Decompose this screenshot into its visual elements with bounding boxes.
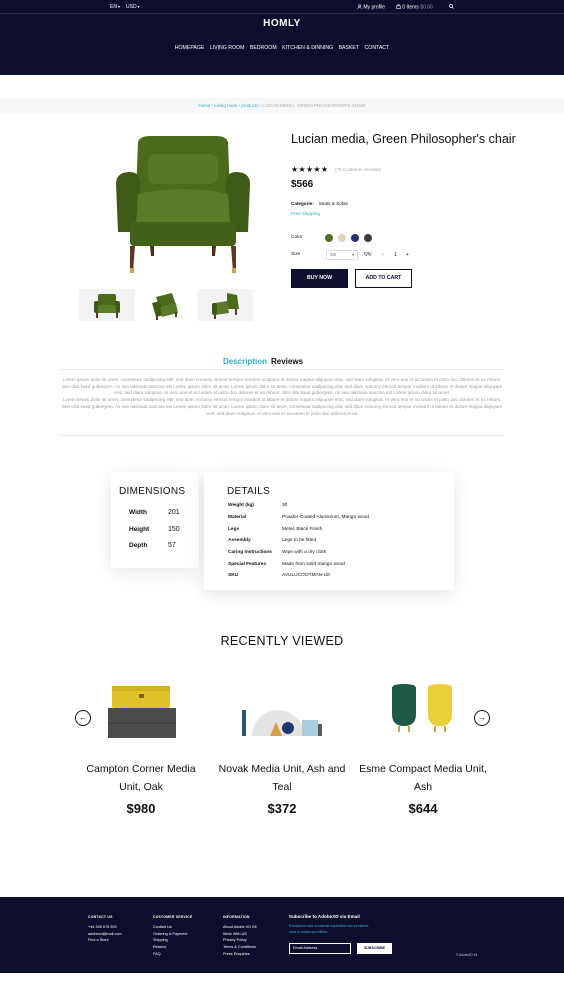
- site-footer: CONTACT US +44 345 678 903 adobexd@mail.…: [0, 897, 564, 973]
- user-icon: [357, 4, 362, 9]
- category-label: Categorie:: [291, 201, 314, 206]
- top-bar: EN▾ USD▾ My profile 0 Items $0.00: [0, 0, 564, 14]
- quantity-stepper: - 1 +: [378, 250, 412, 260]
- recent-item-name[interactable]: Campton Corner Media Unit, Oak: [76, 761, 206, 796]
- currency-selector[interactable]: USD▾: [126, 4, 140, 10]
- description-text: Lorem ipsum dolor sit amet, consetetur s…: [61, 377, 503, 416]
- color-swatch-navy[interactable]: [351, 234, 359, 242]
- free-shipping-label: Free shipping: [291, 212, 321, 217]
- size-label: Size: [291, 252, 301, 257]
- divider: [60, 435, 504, 436]
- profile-link[interactable]: My profile: [357, 4, 385, 11]
- nav-kitchen-dinning[interactable]: KITCHEN & DINNING: [282, 45, 333, 51]
- breadcrumb-current: LUCIAN MEDIA, GREEN PHILOSOPHER'S CHAIR: [262, 103, 366, 108]
- qty-increment-button[interactable]: +: [406, 250, 409, 260]
- site-header: EN▾ USD▾ My profile 0 Items $0.00 HOMLY …: [0, 0, 564, 75]
- product-title: Lucian media, Green Philosopher's chair: [291, 132, 516, 146]
- footer-contact: CONTACT US +44 345 678 903 adobexd@mail.…: [88, 915, 122, 943]
- recent-item-price: $372: [267, 801, 297, 816]
- bag-icon: [396, 4, 401, 10]
- nav-bedroom[interactable]: BEDROOM: [250, 45, 277, 51]
- language-selector[interactable]: EN▾: [110, 4, 120, 10]
- buy-now-button[interactable]: BUY NOW: [291, 269, 348, 288]
- recently-viewed-title: RECENTLY VIEWED: [220, 634, 344, 648]
- qty-value[interactable]: 1: [394, 250, 397, 260]
- product-thumbnail[interactable]: [79, 289, 135, 321]
- recent-item-image[interactable]: [82, 680, 202, 744]
- breadcrumb: Home / Living room / products / LUCIAN M…: [0, 98, 564, 114]
- page-bottom: [0, 973, 564, 988]
- qty-label: Qty: [364, 252, 372, 257]
- recent-item-image[interactable]: [362, 680, 482, 744]
- divider: [60, 369, 504, 370]
- site-logo[interactable]: HOMLY: [0, 18, 564, 29]
- breadcrumb-living-room[interactable]: Living room: [214, 103, 237, 108]
- email-field[interactable]: Email Address: [289, 943, 351, 954]
- color-label: Color: [291, 235, 303, 240]
- subscribe-text: Excepteur sint occaecat cupidatat non pr…: [289, 924, 369, 934]
- qty-decrement-button[interactable]: -: [382, 250, 384, 260]
- recent-item-image[interactable]: [222, 680, 342, 744]
- search-button[interactable]: [449, 4, 454, 11]
- color-swatch-beige[interactable]: [338, 234, 346, 242]
- chevron-down-icon: ▾: [117, 4, 120, 9]
- subscribe-heading: Subscribe to AdobeXD via Email: [289, 914, 360, 919]
- add-to-cart-button[interactable]: ADD TO CART: [355, 269, 412, 288]
- chevron-down-icon: ▾: [351, 252, 354, 257]
- subscribe-button[interactable]: SUBSCRIBE: [357, 943, 392, 954]
- search-icon: [449, 4, 454, 9]
- size-select[interactable]: XS ▾: [326, 250, 358, 260]
- reviews-count-link[interactable]: (75 Customer reviews): [335, 167, 381, 172]
- nav-basket[interactable]: BASKET: [339, 45, 359, 51]
- recent-item-price: $980: [126, 801, 156, 816]
- details-title: DETAILS: [227, 486, 271, 497]
- product-thumbnail[interactable]: [138, 289, 194, 321]
- tab-description[interactable]: Description: [223, 357, 267, 366]
- footer-credit: © AdobeXD Kit: [456, 953, 478, 957]
- cart-link[interactable]: 0 Items $0.00: [396, 4, 433, 11]
- product-main-image: [110, 132, 256, 280]
- dimensions-title: DIMENSIONS: [119, 486, 186, 497]
- product-price: $566: [291, 179, 314, 190]
- color-swatch-charcoal[interactable]: [364, 234, 372, 242]
- product-thumbnail[interactable]: [197, 289, 253, 321]
- recent-item-price: $644: [408, 801, 438, 816]
- chevron-down-icon: ▾: [137, 4, 140, 9]
- category-row: Categorie: Seats & Sofas: [291, 201, 348, 206]
- category-value[interactable]: Seats & Sofas: [319, 201, 348, 206]
- nav-contact[interactable]: CONTACT: [365, 45, 390, 51]
- main-nav: HOMEPAGE LIVING ROOM BEDROOM KITCHEN & D…: [0, 45, 564, 51]
- rating-stars: ★★★★★: [291, 165, 329, 174]
- dimensions-card: DIMENSIONS Width 201 Height 150 Depth 57: [111, 472, 199, 568]
- nav-homepage[interactable]: HOMEPAGE: [175, 45, 205, 51]
- recent-item-name[interactable]: Esme Compact Media Unit, Ash: [358, 761, 488, 796]
- color-swatch-green[interactable]: [325, 234, 333, 242]
- nav-living-room[interactable]: LIVING ROOM: [210, 45, 245, 51]
- breadcrumb-home[interactable]: Home: [198, 103, 210, 108]
- breadcrumb-products[interactable]: products: [241, 103, 258, 108]
- footer-customer-service: CUSTOMER SERVICE Contact Us Ordering & P…: [153, 915, 193, 956]
- tab-reviews[interactable]: Reviews: [271, 357, 303, 366]
- recent-item-name[interactable]: Novak Media Unit, Ash and Teal: [217, 761, 347, 796]
- details-card: DETAILS Weight (kg) 30 Material Powder-Coa…: [204, 472, 454, 590]
- footer-information: INFORMATION About Adobe XD Kit Work With…: [223, 915, 257, 956]
